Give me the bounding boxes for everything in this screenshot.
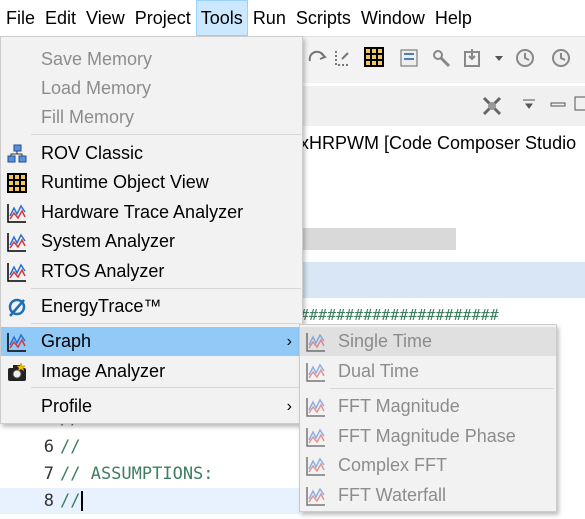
menu-window[interactable]: Window xyxy=(356,0,430,36)
menu-item-system-analyzer[interactable]: System Analyzer xyxy=(1,227,302,256)
menu-item-rtos-analyzer[interactable]: RTOS Analyzer xyxy=(1,257,302,286)
line-number: 7 xyxy=(43,464,54,484)
window-title: xHRPWM [Code Composer Studio xyxy=(300,128,585,158)
code-text: // xyxy=(60,491,81,511)
menu-item-label: RTOS Analyzer xyxy=(41,261,165,281)
submenu-item-label: FFT Magnitude xyxy=(338,396,460,416)
submenu-item-label: FFT Waterfall xyxy=(338,485,447,505)
menu-tools[interactable]: Tools xyxy=(195,0,248,36)
code-hash-row: ###################### xyxy=(300,306,499,324)
menu-bar: File Edit View Project Tools Run Scripts… xyxy=(0,0,585,36)
dropdown-arrow-icon[interactable] xyxy=(494,47,504,69)
menu-item-hardware-trace-analyzer[interactable]: Hardware Trace Analyzer xyxy=(1,198,302,227)
line-number: 6 xyxy=(43,437,54,457)
menu-edit[interactable]: Edit xyxy=(40,0,81,36)
export-icon[interactable] xyxy=(462,47,484,69)
line-number: 8 xyxy=(43,491,54,511)
submenu-arrow-icon: › xyxy=(286,398,292,415)
scroll-strip xyxy=(300,228,456,250)
view-menu-icon[interactable] xyxy=(522,98,536,112)
step-over-icon[interactable] xyxy=(306,47,328,69)
menu-item-label: System Analyzer xyxy=(41,231,176,251)
menu-item-save-memory[interactable]: Save Memory xyxy=(1,45,302,74)
line-graph-icon xyxy=(306,457,325,476)
menu-item-label: ROV Classic xyxy=(41,143,144,163)
menu-item-label: Profile xyxy=(41,396,93,416)
line-graph-icon xyxy=(7,263,26,282)
camera-icon xyxy=(8,362,26,381)
menu-item-image-analyzer[interactable]: Image Analyzer xyxy=(1,357,302,386)
menu-item-rov-classic[interactable]: ROV Classic xyxy=(1,139,302,168)
line-graph-icon xyxy=(306,363,325,382)
clock-icon[interactable] xyxy=(514,47,536,69)
graph-submenu: Single Time Dual Time FFT Magnitude FFT … xyxy=(299,324,557,512)
selected-tab-strip xyxy=(300,262,585,298)
submenu-item-dual-time[interactable]: Dual Time xyxy=(300,357,556,386)
line-graph-icon xyxy=(306,398,325,417)
submenu-item-label: Single Time xyxy=(338,331,433,351)
line-graph-icon xyxy=(306,428,325,447)
menu-separator xyxy=(330,388,554,389)
submenu-item-fft-waterfall[interactable]: FFT Waterfall xyxy=(300,481,556,510)
menu-project[interactable]: Project xyxy=(130,0,196,36)
disconnect-icon[interactable] xyxy=(480,94,504,118)
submenu-arrow-icon: › xyxy=(286,333,292,350)
submenu-item-fft-magnitude[interactable]: FFT Magnitude xyxy=(300,392,556,421)
menu-item-label: Hardware Trace Analyzer xyxy=(41,202,244,222)
menu-scripts[interactable]: Scripts xyxy=(291,0,356,36)
line-graph-icon xyxy=(7,333,26,352)
submenu-item-single-time[interactable]: Single Time xyxy=(300,327,556,356)
maximize-icon[interactable] xyxy=(574,96,585,112)
menu-item-label: Runtime Object View xyxy=(41,172,209,192)
tools-icon[interactable] xyxy=(430,47,452,69)
text-cursor xyxy=(81,491,84,511)
menu-item-label: EnergyTrace™ xyxy=(41,296,162,316)
menu-help[interactable]: Help xyxy=(430,0,477,36)
submenu-item-label: FFT Magnitude Phase xyxy=(338,426,516,446)
minimize-icon[interactable] xyxy=(550,98,566,112)
menu-separator xyxy=(31,387,301,388)
menu-separator xyxy=(31,134,301,135)
table-grid-icon[interactable] xyxy=(364,47,384,67)
menu-item-label: Graph xyxy=(41,331,92,351)
line-graph-icon xyxy=(7,204,26,223)
energytrace-icon xyxy=(8,298,26,317)
rov-classic-icon xyxy=(7,144,27,163)
menu-view[interactable]: View xyxy=(81,0,130,36)
menu-item-energytrace[interactable]: EnergyTrace™ xyxy=(1,292,302,321)
menu-item-profile[interactable]: Profile › xyxy=(1,392,302,421)
menu-item-runtime-object-view[interactable]: Runtime Object View xyxy=(1,168,302,197)
submenu-item-fft-magnitude-phase[interactable]: FFT Magnitude Phase xyxy=(300,422,556,451)
menu-item-graph[interactable]: Graph › xyxy=(1,327,302,356)
submenu-item-label: Complex FFT xyxy=(338,455,448,475)
submenu-item-label: Dual Time xyxy=(338,361,420,381)
memory-icon[interactable] xyxy=(398,47,420,69)
tools-menu: Save Memory Load Memory Fill Memory ROV … xyxy=(0,36,303,424)
code-line-current: 8 // xyxy=(0,488,300,514)
line-graph-icon xyxy=(7,233,26,252)
menu-item-load-memory[interactable]: Load Memory xyxy=(1,74,302,103)
menu-separator xyxy=(31,288,301,289)
main-toolbar xyxy=(300,36,585,83)
code-text: // ASSUMPTIONS: xyxy=(60,464,214,484)
code-text: // xyxy=(60,437,81,457)
menu-separator xyxy=(31,323,301,324)
view-panel-bar xyxy=(300,86,585,126)
line-graph-icon xyxy=(306,333,325,352)
clock-reset-icon[interactable] xyxy=(550,47,572,69)
table-grid-icon xyxy=(7,173,27,193)
line-graph-icon xyxy=(306,487,325,506)
menu-item-label: Image Analyzer xyxy=(41,361,166,381)
menu-file[interactable]: File xyxy=(0,0,40,36)
code-line: 6 // xyxy=(0,434,300,460)
submenu-item-complex-fft[interactable]: Complex FFT xyxy=(300,451,556,480)
step-return-icon[interactable] xyxy=(332,47,354,69)
menu-item-fill-memory[interactable]: Fill Memory xyxy=(1,103,302,132)
menu-run[interactable]: Run xyxy=(248,0,291,36)
code-line: 7 // ASSUMPTIONS: xyxy=(0,461,300,487)
